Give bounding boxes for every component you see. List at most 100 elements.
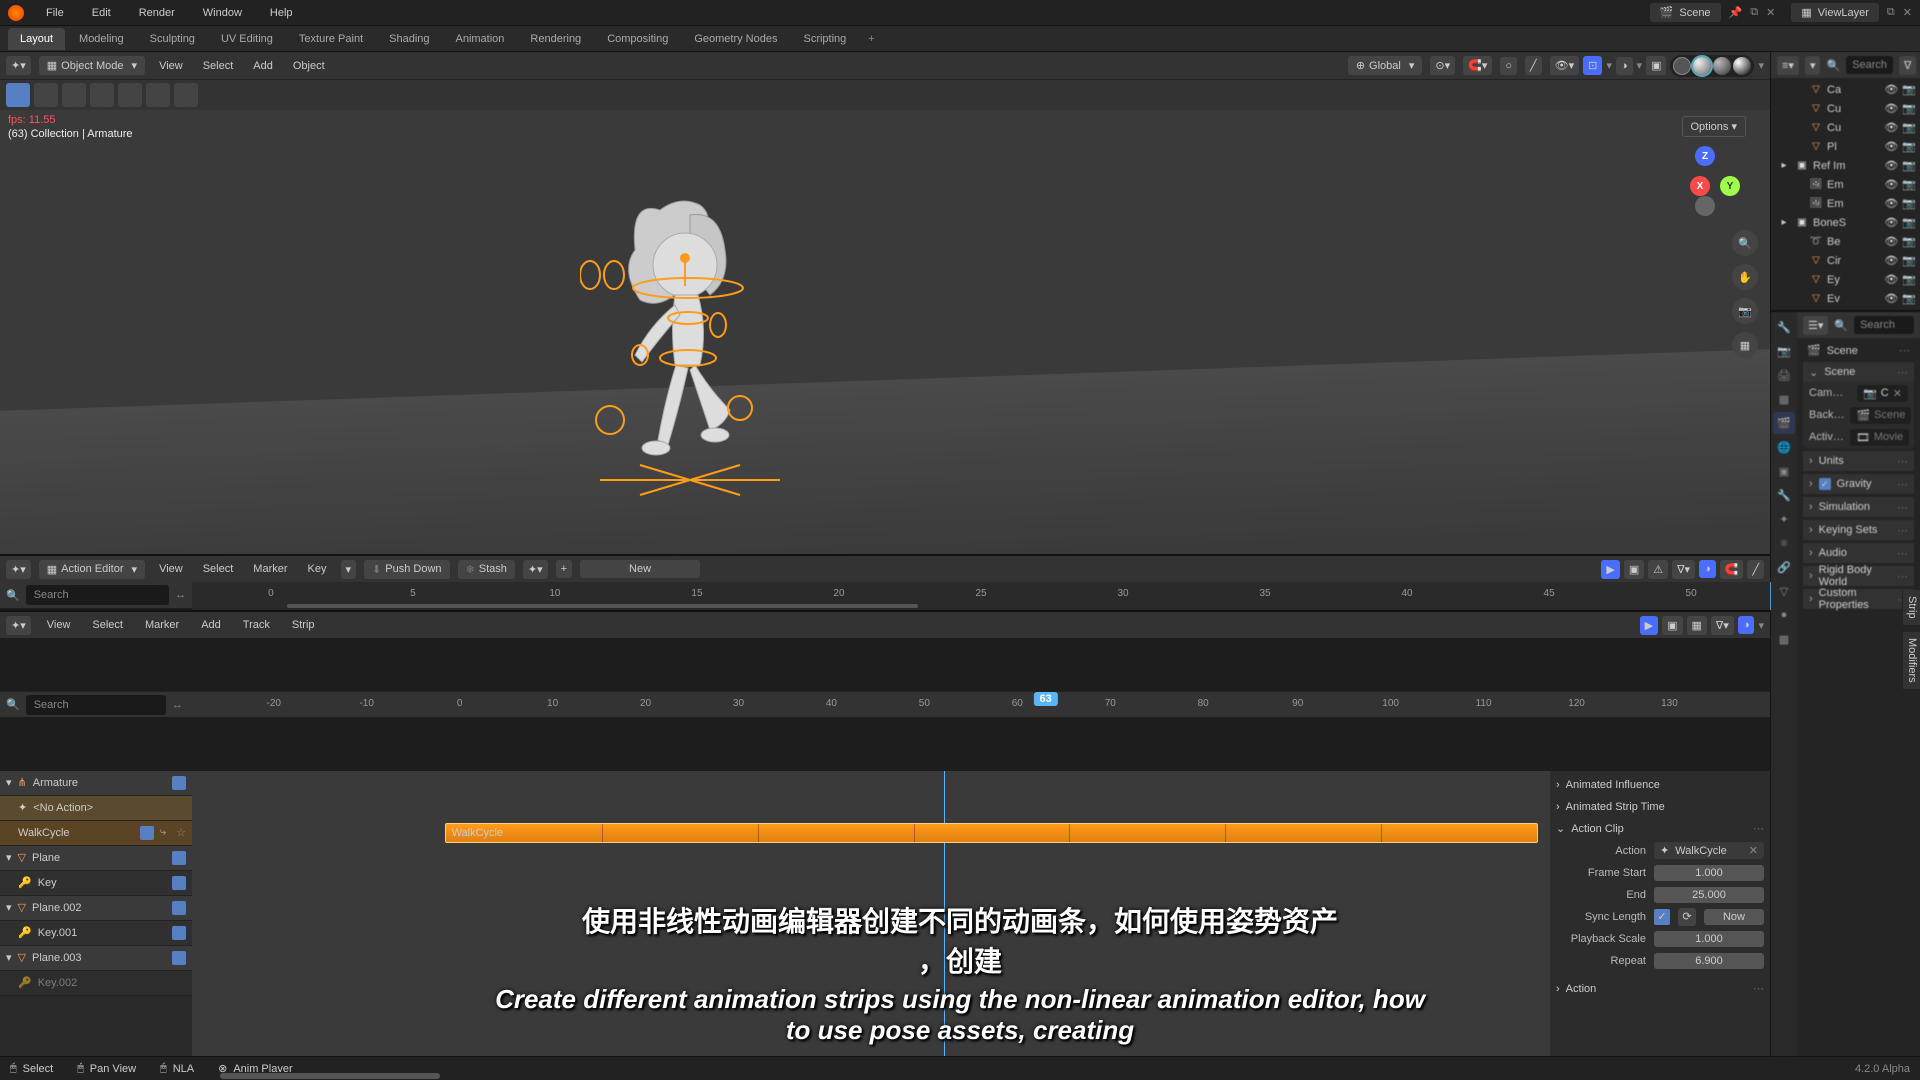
ae-select-tool-icon[interactable]: ▶ <box>1601 560 1619 579</box>
viewport-options-button[interactable]: Options ▾ <box>1682 116 1747 137</box>
tab-geonodes[interactable]: Geometry Nodes <box>682 28 789 50</box>
viewport-3d[interactable]: fps: 11.55 (63) Collection | Armature Op… <box>0 110 1770 554</box>
nla-row-key002[interactable]: 🔑Key.002 <box>0 971 192 996</box>
ae-pivot-icon[interactable]: ✦▾ <box>523 560 548 579</box>
cam-clear-icon[interactable]: ✕ <box>1893 387 1902 400</box>
panel-action-clip[interactable]: Action Clip⋯ <box>1556 819 1764 839</box>
gizmo-y-icon[interactable]: Y <box>1720 176 1740 196</box>
nla-norm-icon[interactable]: ◑ <box>1738 616 1755 634</box>
shading-matcap-icon[interactable] <box>1713 57 1731 75</box>
prop-tab-constraint-icon[interactable]: 🔗 <box>1773 556 1795 578</box>
nla-expand-icon[interactable]: ↔ <box>172 699 183 711</box>
prop-tab-render-icon[interactable]: 📷 <box>1773 340 1795 362</box>
render-icon[interactable]: 📷 <box>1902 178 1916 191</box>
solo-toggle[interactable] <box>172 951 186 965</box>
render-icon[interactable]: 📷 <box>1902 292 1916 305</box>
solo-toggle[interactable] <box>140 826 154 840</box>
editor-type-icon[interactable]: ✦▾ <box>6 56 31 75</box>
ae-dropdown-icon[interactable]: ▾ <box>341 560 357 579</box>
props-search-input[interactable]: Search <box>1854 316 1914 334</box>
render-icon[interactable]: 📷 <box>1902 83 1916 96</box>
frame-end-field[interactable]: 25.000 <box>1654 887 1764 903</box>
eye-icon[interactable]: 👁 <box>1884 121 1898 134</box>
ae-warn-icon[interactable]: ⚠ <box>1648 560 1668 579</box>
nla-marker[interactable]: Marker <box>139 615 185 635</box>
gizmo-z-icon[interactable]: Z <box>1695 146 1715 166</box>
nla-filter-icon[interactable]: ∇▾ <box>1711 616 1734 635</box>
new-action-button[interactable]: New <box>580 560 700 578</box>
outliner-row[interactable]: ▽Ev👁📷 <box>1771 289 1920 308</box>
orientation-gizmo[interactable]: Z X Y <box>1670 146 1740 216</box>
render-icon[interactable]: 📷 <box>1902 254 1916 267</box>
nla-row-armature[interactable]: ▾⋔Armature <box>0 771 192 796</box>
outliner-filter-icon[interactable]: ∇ <box>1899 56 1916 75</box>
pivot-icon[interactable]: ⊙▾ <box>1430 56 1455 75</box>
nla-row-plane002[interactable]: ▾▽Plane.002 <box>0 896 192 921</box>
chevron-icon[interactable] <box>1791 197 1805 211</box>
prop-tab-world-icon[interactable]: 🌐 <box>1773 436 1795 458</box>
nla-select[interactable]: Select <box>86 615 129 635</box>
pan-icon[interactable]: ✋ <box>1732 264 1758 290</box>
chevron-icon[interactable] <box>1791 292 1805 306</box>
render-icon[interactable]: 📷 <box>1902 121 1916 134</box>
tool-select-box-icon[interactable] <box>6 83 30 107</box>
outliner-search-input[interactable]: Search <box>1846 56 1893 74</box>
star-icon[interactable]: ☆ <box>176 826 186 839</box>
ae-editor-type-icon[interactable]: ✦▾ <box>6 560 31 579</box>
repeat-field[interactable]: 6.900 <box>1654 953 1764 969</box>
playback-field[interactable]: 1.000 <box>1654 931 1764 947</box>
viewlayer-del-icon[interactable]: ✕ <box>1903 6 1912 19</box>
nla-row-key[interactable]: 🔑Key <box>0 871 192 896</box>
ae-marker[interactable]: Marker <box>247 559 293 579</box>
panel-anim-influence[interactable]: ›Animated Influence <box>1556 775 1764 795</box>
vp-menu-object[interactable]: Object <box>287 56 331 76</box>
chevron-icon[interactable] <box>1791 140 1805 154</box>
sync-checkbox[interactable]: ✓ <box>1654 909 1670 925</box>
solo-toggle[interactable] <box>172 851 186 865</box>
gizmo-neg-icon[interactable] <box>1695 196 1715 216</box>
outliner-row[interactable]: ▽Pl👁📷 <box>1771 137 1920 156</box>
tool-rotate-icon[interactable] <box>90 83 114 107</box>
prop-tab-scene-icon[interactable]: 🎬 <box>1773 412 1795 434</box>
panel-audio[interactable]: Audio⋯ <box>1803 543 1914 563</box>
tool-move-icon[interactable] <box>62 83 86 107</box>
tab-scripting[interactable]: Scripting <box>791 28 858 50</box>
outliner-row[interactable]: 🖼Em👁📷 <box>1771 194 1920 213</box>
panel-keying[interactable]: Keying Sets⋯ <box>1803 520 1914 540</box>
vp-menu-add[interactable]: Add <box>247 56 279 76</box>
shading-mode[interactable] <box>1670 55 1754 77</box>
chevron-icon[interactable]: ▸ <box>1777 159 1791 173</box>
outliner-row[interactable]: ▸▣BoneS👁📷 <box>1771 213 1920 232</box>
ae-view[interactable]: View <box>153 559 189 579</box>
render-icon[interactable]: 📷 <box>1902 216 1916 229</box>
back-field[interactable]: 🎬Scene <box>1850 407 1911 424</box>
xray-icon[interactable]: ▣ <box>1646 56 1666 75</box>
eye-icon[interactable]: 👁 <box>1884 102 1898 115</box>
outliner-row[interactable]: ▽Cir👁📷 <box>1771 251 1920 270</box>
propedit-icon[interactable]: ○ <box>1500 57 1517 75</box>
menu-render[interactable]: Render <box>133 3 181 23</box>
panel-scene[interactable]: Scene⋯ <box>1803 362 1914 382</box>
tab-modeling[interactable]: Modeling <box>67 28 136 50</box>
action-field[interactable]: ✦WalkCycle✕ <box>1654 842 1764 859</box>
push-down-button[interactable]: ⬇ Push Down <box>364 560 449 579</box>
ae-key[interactable]: Key <box>302 559 333 579</box>
panel-gravity[interactable]: ✓Gravity⋯ <box>1803 474 1914 494</box>
menu-edit[interactable]: Edit <box>86 3 117 23</box>
overlay-toggle-icon[interactable]: ◑ <box>1616 57 1633 75</box>
prop-tab-physics-icon[interactable]: ⚛ <box>1773 532 1795 554</box>
ae-select[interactable]: Select <box>197 559 240 579</box>
shading-drop-icon[interactable]: ▾ <box>1758 59 1764 72</box>
nla-search-input[interactable]: Search <box>26 695 166 715</box>
panel-simulation[interactable]: Simulation⋯ <box>1803 497 1914 517</box>
mode-selector[interactable]: ▦Object Mode▾ <box>39 56 145 75</box>
nla-row-noaction[interactable]: ✦<No Action> <box>0 796 192 821</box>
copy-icon[interactable]: ⧉ <box>1750 6 1758 19</box>
props-type-icon[interactable]: ☰▾ <box>1803 316 1828 335</box>
menu-file[interactable]: File <box>40 3 70 23</box>
ae-prop-icon[interactable]: ╱ <box>1747 560 1764 579</box>
map-icon[interactable]: ⤷ <box>160 826 166 839</box>
viewlayer-selector[interactable]: ▦ ViewLayer <box>1791 3 1879 22</box>
stash-button[interactable]: ❄ Stash <box>458 560 515 579</box>
menu-help[interactable]: Help <box>264 3 299 23</box>
